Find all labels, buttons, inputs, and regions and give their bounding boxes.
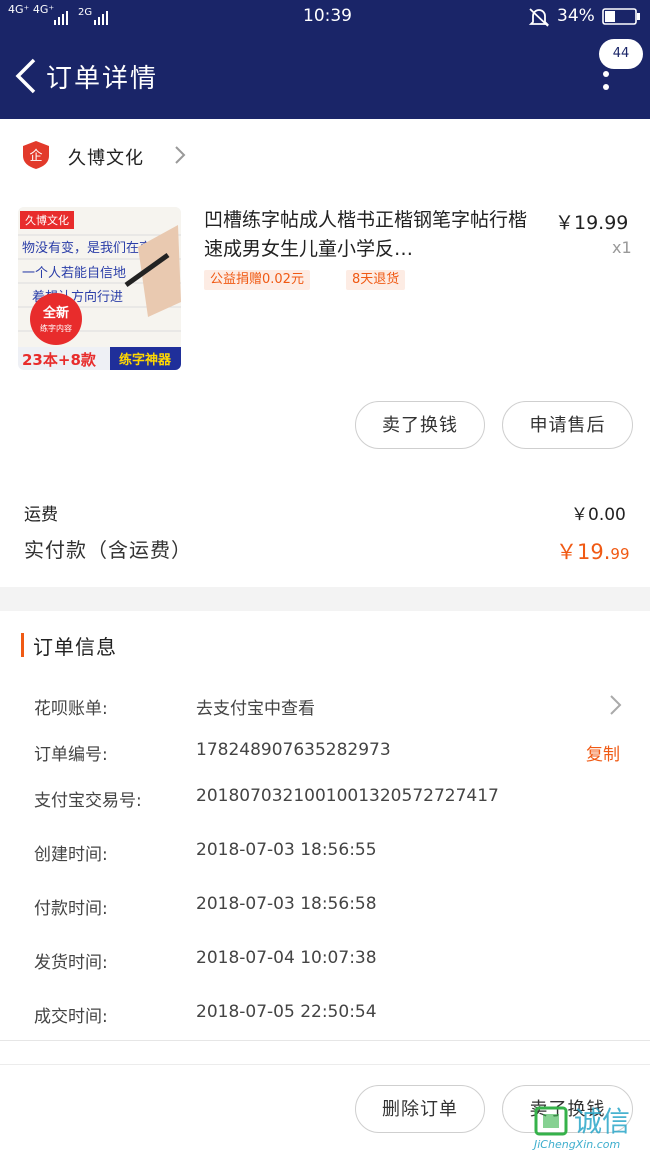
page-title: 订单详情 xyxy=(46,64,159,94)
svg-text:企: 企 xyxy=(29,148,42,164)
site-watermark: 诚信 JiChengXin.com xyxy=(532,1100,648,1155)
chevron-right-icon[interactable] xyxy=(608,694,622,716)
shipping-value: ￥0.00 xyxy=(571,505,626,525)
completed-time-value: 2018-07-05 22:50:54 xyxy=(196,1002,377,1022)
sell-for-cash-button[interactable]: 卖了换钱 xyxy=(355,401,485,449)
watermark-text: 诚信 xyxy=(574,1105,631,1138)
thumb-count: 23本+8款 xyxy=(22,351,97,369)
alipay-trade-value: 2018070321001001320572727417 xyxy=(196,786,499,806)
signal-indicator: 4G⁺ 4G⁺ xyxy=(8,3,55,16)
order-number-label: 订单编号: xyxy=(34,745,108,765)
thumb-slogan: 练字神器 xyxy=(119,352,172,368)
paid-time-value: 2018-07-03 18:56:58 xyxy=(196,894,377,914)
delete-order-button[interactable]: 删除订单 xyxy=(355,1085,485,1133)
store-name: 久博文化 xyxy=(68,148,144,169)
huabei-label: 花呗账单: xyxy=(34,699,108,719)
paid-amount-decimal: 99 xyxy=(610,545,630,563)
shipping-label: 运费 xyxy=(24,505,58,525)
charity-tag: 公益捐赠0.02元 xyxy=(204,270,310,290)
mute-bell-icon xyxy=(528,8,550,27)
chevron-right-icon xyxy=(175,146,186,164)
shipped-time-value: 2018-07-04 10:07:38 xyxy=(196,948,377,968)
paid-amount-value: ￥19.99 xyxy=(556,536,630,566)
watermark-logo-icon xyxy=(534,1106,568,1136)
huabei-link[interactable]: 去支付宝中查看 xyxy=(196,694,315,719)
divider xyxy=(0,1040,650,1041)
network-type: 2G xyxy=(78,7,93,18)
status-bar: 4G⁺ 4G⁺ 2G 10:39 34% xyxy=(0,0,650,34)
paid-time-label: 付款时间: xyxy=(34,899,108,919)
thumb-new-1: 全新 xyxy=(42,305,69,321)
store-row[interactable]: 企 久博文化 xyxy=(0,130,650,180)
order-info-title: 订单信息 xyxy=(33,635,117,659)
status-time: 10:39 xyxy=(303,6,352,26)
battery-icon xyxy=(602,8,640,25)
thumb-brand: 久博文化 xyxy=(25,213,69,227)
completed-time-label: 成交时间: xyxy=(34,1007,108,1027)
more-dot-icon[interactable] xyxy=(603,84,609,90)
created-time-value: 2018-07-03 18:56:55 xyxy=(196,840,377,860)
alipay-trade-label: 支付宝交易号: xyxy=(34,791,142,811)
product-image: 久博文化 物没有变，是我们在变 一个人若能自信地 着想认方向行进 全新 练字内容… xyxy=(18,207,181,370)
store-logo-icon: 企 xyxy=(23,141,49,169)
product-quantity: x1 xyxy=(612,238,632,257)
message-count-badge[interactable]: 44 xyxy=(599,39,643,69)
created-time-label: 创建时间: xyxy=(34,845,108,865)
battery-level: 34% xyxy=(557,6,595,26)
paid-amount-label: 实付款（含运费） xyxy=(24,538,192,562)
paid-amount-main: ￥19. xyxy=(556,540,611,564)
after-sale-button[interactable]: 申请售后 xyxy=(502,401,633,449)
copy-button[interactable]: 复制 xyxy=(586,740,620,765)
thumb-script-2: 一个人若能自信地 xyxy=(22,265,126,281)
product-thumbnail[interactable]: 久博文化 物没有变，是我们在变 一个人若能自信地 着想认方向行进 全新 练字内容… xyxy=(18,207,181,370)
watermark-url: JiChengXin.com xyxy=(534,1138,621,1151)
product-price: ￥19.99 xyxy=(555,212,629,234)
divider xyxy=(0,1064,650,1065)
back-arrow-icon[interactable] xyxy=(12,58,42,94)
thumb-script-1: 物没有变，是我们在变 xyxy=(22,240,152,256)
section-divider xyxy=(0,587,650,611)
product-title[interactable]: 凹槽练字帖成人楷书正楷钢笔字帖行楷速成男女生儿童小学反… xyxy=(204,206,539,264)
more-dot-icon[interactable] xyxy=(603,71,609,77)
section-accent-bar xyxy=(21,633,24,657)
return-policy-tag: 8天退货 xyxy=(346,270,406,290)
shipped-time-label: 发货时间: xyxy=(34,953,108,973)
order-number-value: 178248907635282973 xyxy=(196,740,391,760)
header-bar: 订单详情 44 xyxy=(0,34,650,119)
thumb-new-2: 练字内容 xyxy=(40,323,72,333)
